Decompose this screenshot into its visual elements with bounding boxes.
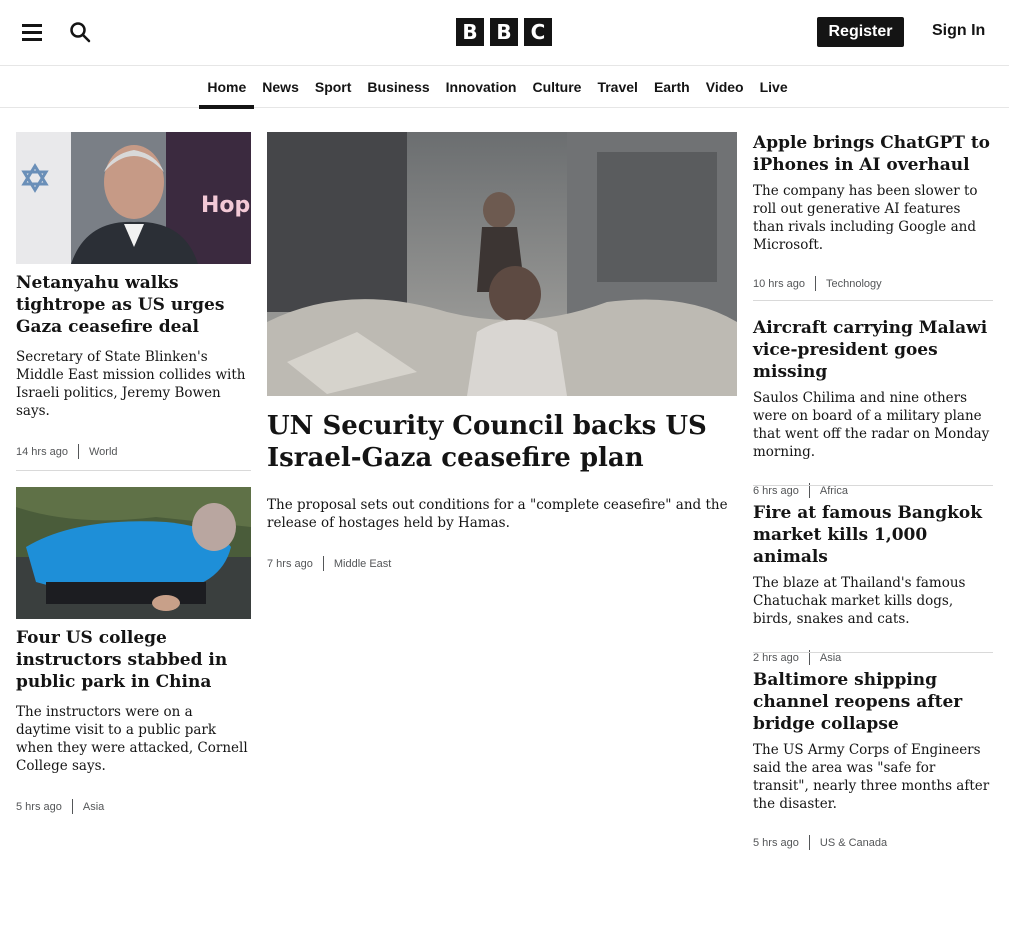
story-summary: The instructors were on a daytime visit …: [16, 704, 248, 774]
main-nav: Home News Sport Business Innovation Cult…: [0, 66, 1009, 109]
story-time: 5 hrs ago: [753, 836, 799, 849]
story-meta: 5 hrs ago Asia: [16, 799, 251, 814]
story-time: 2 hrs ago: [753, 651, 799, 664]
story-section[interactable]: World: [89, 446, 118, 458]
story-card-bangkok[interactable]: Fire at famous Bangkok market kills 1,00…: [753, 502, 993, 665]
story-summary: The US Army Corps of Engineers said the …: [753, 742, 990, 812]
story-headline[interactable]: Aircraft carrying Malawi vice-president …: [753, 317, 993, 383]
meta-divider: [71, 799, 73, 814]
story-card-china[interactable]: Four US college instructors stabbed in p…: [16, 627, 251, 814]
divider: [753, 300, 993, 301]
logo-letter: B: [456, 18, 484, 46]
lead-story[interactable]: UN Security Council backs US Israel-Gaza…: [267, 410, 737, 571]
meta-divider: [77, 444, 79, 459]
story-summary: Secretary of State Blinken's Middle East…: [16, 349, 246, 419]
lead-meta: 7 hrs ago Middle East: [267, 556, 737, 571]
story-time: 6 hrs ago: [753, 484, 799, 497]
story-card-netanyahu[interactable]: Netanyahu walks tightrope as US urges Ga…: [16, 272, 251, 459]
story-card-apple[interactable]: Apple brings ChatGPT to iPhones in AI ov…: [753, 132, 993, 291]
hamburger-menu-icon[interactable]: [22, 22, 42, 42]
story-headline[interactable]: Fire at famous Bangkok market kills 1,00…: [753, 502, 993, 568]
nav-item-home[interactable]: Home: [199, 66, 255, 109]
story-headline[interactable]: Four US college instructors stabbed in p…: [16, 627, 251, 693]
story-section[interactable]: US & Canada: [820, 837, 887, 849]
nav-item-business[interactable]: Business: [359, 66, 437, 108]
story-section[interactable]: Africa: [820, 485, 848, 497]
gaza-rubble-photo[interactable]: [267, 132, 737, 396]
netanyahu-photo[interactable]: Hope: [16, 132, 251, 264]
nav-item-travel[interactable]: Travel: [589, 66, 645, 108]
story-headline[interactable]: Baltimore shipping channel reopens after…: [753, 669, 993, 735]
story-summary: Saulos Chilima and nine others were on b…: [753, 390, 990, 460]
story-headline[interactable]: Netanyahu walks tightrope as US urges Ga…: [16, 272, 251, 338]
meta-divider: [814, 276, 816, 291]
story-card-baltimore[interactable]: Baltimore shipping channel reopens after…: [753, 669, 993, 850]
sign-in-link[interactable]: Sign In: [932, 22, 985, 40]
divider: [16, 470, 251, 471]
story-summary: The blaze at Thailand's famous Chatuchak…: [753, 575, 966, 627]
top-header: B B C Register Sign In: [0, 0, 1009, 66]
divider: [753, 485, 993, 486]
nav-item-sport[interactable]: Sport: [307, 66, 360, 108]
story-headline[interactable]: Apple brings ChatGPT to iPhones in AI ov…: [753, 132, 993, 176]
story-section[interactable]: Middle East: [334, 558, 391, 570]
story-section[interactable]: Technology: [826, 278, 882, 290]
story-time: 10 hrs ago: [753, 277, 805, 290]
lead-headline[interactable]: UN Security Council backs US Israel-Gaza…: [267, 410, 737, 474]
nav-item-news[interactable]: News: [254, 66, 307, 108]
story-card-malawi[interactable]: Aircraft carrying Malawi vice-president …: [753, 317, 993, 498]
logo-letter: B: [490, 18, 518, 46]
nav-item-earth[interactable]: Earth: [646, 66, 698, 108]
story-summary: The company has been slower to roll out …: [753, 183, 978, 253]
nav-item-culture[interactable]: Culture: [524, 66, 589, 108]
nav-item-live[interactable]: Live: [752, 66, 796, 108]
svg-text:Hope: Hope: [201, 193, 251, 218]
divider: [753, 652, 993, 653]
meta-divider: [322, 556, 324, 571]
bbc-logo[interactable]: B B C: [456, 18, 552, 46]
china-stabbing-photo[interactable]: [16, 487, 251, 619]
story-section[interactable]: Asia: [83, 801, 104, 813]
story-meta: 14 hrs ago World: [16, 444, 251, 459]
nav-item-innovation[interactable]: Innovation: [438, 66, 525, 108]
search-icon[interactable]: [68, 20, 92, 44]
logo-letter: C: [524, 18, 552, 46]
story-meta: 10 hrs ago Technology: [753, 276, 993, 291]
story-time: 5 hrs ago: [16, 800, 62, 813]
story-section[interactable]: Asia: [820, 652, 841, 664]
story-time: 7 hrs ago: [267, 557, 313, 570]
nav-item-video[interactable]: Video: [698, 66, 752, 108]
register-button[interactable]: Register: [817, 17, 904, 47]
story-meta: 5 hrs ago US & Canada: [753, 835, 993, 850]
lead-summary: The proposal sets out conditions for a "…: [267, 497, 728, 531]
meta-divider: [808, 835, 810, 850]
story-time: 14 hrs ago: [16, 445, 68, 458]
